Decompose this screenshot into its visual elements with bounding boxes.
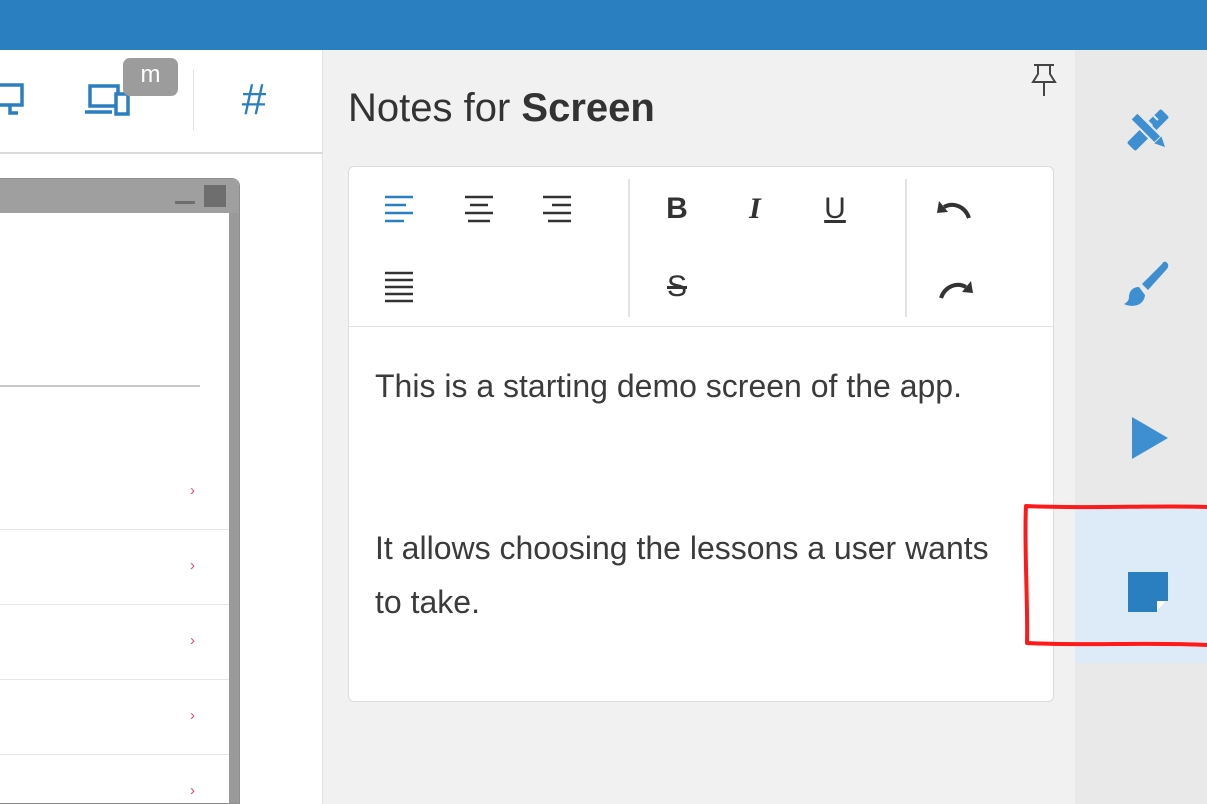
- window-scrollbar[interactable]: [229, 213, 239, 803]
- redo-icon[interactable]: [929, 263, 981, 315]
- chevron-right-icon: ›: [190, 632, 195, 649]
- chevron-right-icon: ›: [190, 557, 195, 574]
- notes-title-prefix: Notes for: [348, 86, 511, 130]
- window-minimize-icon[interactable]: [175, 201, 195, 204]
- notes-content[interactable]: This is a starting demo screen of the ap…: [375, 359, 1015, 629]
- notes-title: Notes for Screen: [348, 86, 655, 131]
- notes-editor[interactable]: B I U S This is a starting demo screen o…: [348, 166, 1054, 702]
- bold-button[interactable]: B: [651, 183, 703, 235]
- pin-icon[interactable]: [1030, 62, 1058, 100]
- toolbar-separator: [193, 70, 194, 130]
- underline-button[interactable]: U: [809, 183, 861, 235]
- brush-icon[interactable]: [1114, 250, 1182, 318]
- design-tools-icon[interactable]: [1114, 96, 1182, 164]
- device-monitor-icon[interactable]: [0, 76, 30, 122]
- justify-icon[interactable]: [373, 261, 425, 313]
- toolbar-separator: [905, 179, 907, 317]
- list-item[interactable]: ›: [0, 530, 229, 605]
- align-right-icon[interactable]: [531, 183, 583, 235]
- window-maximize-icon[interactable]: [204, 185, 226, 207]
- chevron-right-icon: ›: [190, 482, 195, 499]
- top-bar: [0, 0, 1207, 50]
- list-item[interactable]: ›: [0, 755, 229, 803]
- window-divider-line: [0, 385, 200, 387]
- align-left-icon[interactable]: [373, 183, 425, 235]
- notes-title-subject: Screen: [521, 86, 655, 130]
- list-item[interactable]: ›: [0, 680, 229, 755]
- notes-paragraph: It allows choosing the lessons a user wa…: [375, 530, 989, 620]
- strikethrough-button[interactable]: S: [651, 261, 703, 313]
- toolbar-bottom-border: [349, 326, 1053, 327]
- align-center-icon[interactable]: [453, 183, 505, 235]
- grid-button[interactable]: #: [230, 74, 278, 126]
- list-item[interactable]: ›: [0, 455, 229, 530]
- chevron-right-icon: ›: [190, 782, 195, 799]
- toolbar-bottom-border: [0, 152, 323, 154]
- screen-window: › › › › ›: [0, 178, 240, 804]
- play-icon[interactable]: [1114, 404, 1182, 472]
- italic-button[interactable]: I: [729, 183, 781, 235]
- chevron-right-icon: ›: [190, 707, 195, 724]
- list-item[interactable]: ›: [0, 605, 229, 680]
- undo-icon[interactable]: [929, 183, 981, 235]
- device-mode-badge: m: [123, 58, 178, 96]
- toolbar-separator: [628, 179, 630, 317]
- notes-paragraph: This is a starting demo screen of the ap…: [375, 368, 962, 404]
- highlight-outline: [1023, 504, 1207, 647]
